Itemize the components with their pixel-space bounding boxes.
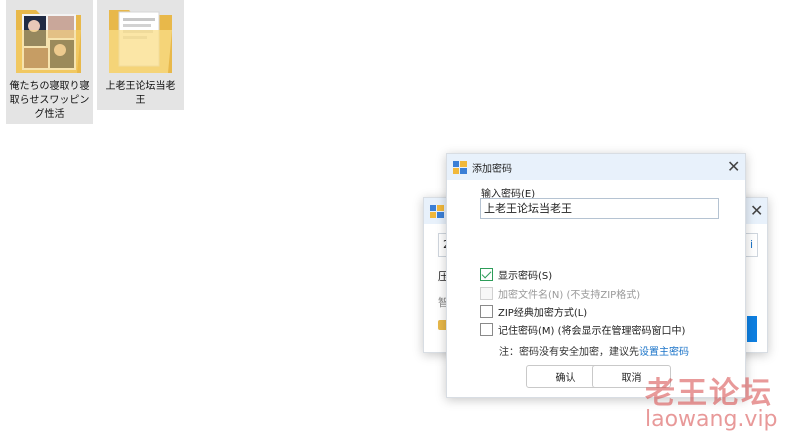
zip-classic-option[interactable]: ZIP经典加密方式(L) bbox=[480, 304, 587, 319]
remember-password-option[interactable]: 记住密码(M) (将会显示在管理密码窗口中) bbox=[480, 322, 685, 337]
security-note: 注：密码没有安全加密，建议先设置主密码 bbox=[499, 343, 689, 358]
file-item[interactable]: 俺たちの寝取り寝取らせスワッピング性活 bbox=[6, 0, 93, 124]
folder-with-documents-icon bbox=[109, 10, 172, 73]
close-icon[interactable]: ✕ bbox=[727, 159, 740, 175]
browse-link[interactable]: i bbox=[750, 238, 753, 251]
desktop: 俺たちの寝取り寝取らせスワッピング性活 上老王论坛当老王 ✕ 2 i bbox=[0, 0, 800, 444]
option-label: 记住密码(M) (将会显示在管理密码窗口中) bbox=[498, 326, 686, 337]
start-compress-button[interactable] bbox=[747, 316, 757, 342]
option-label: 显示密码(S) bbox=[498, 271, 553, 282]
close-icon[interactable]: ✕ bbox=[750, 203, 763, 219]
show-password-option[interactable]: 显示密码(S) bbox=[480, 267, 552, 282]
file-name: 俺たちの寝取り寝取らせスワッピング性活 bbox=[9, 81, 90, 120]
dialog-titlebar: 添加密码 bbox=[447, 154, 745, 180]
folder-with-preview-icon bbox=[16, 10, 81, 73]
archive-app-icon bbox=[430, 204, 444, 218]
file-item[interactable]: 上老王论坛当老王 bbox=[97, 0, 184, 110]
encrypt-filenames-option: 加密文件名(N) (不支持ZIP格式) bbox=[480, 286, 640, 301]
file-name: 上老王论坛当老王 bbox=[105, 81, 176, 106]
set-master-password-link[interactable]: 设置主密码 bbox=[639, 347, 689, 358]
show-password-checkbox[interactable] bbox=[480, 268, 493, 281]
watermark-url: laowang.vip bbox=[645, 407, 778, 432]
zip-classic-checkbox[interactable] bbox=[480, 305, 493, 318]
watermark-title: 老王论坛 bbox=[645, 376, 773, 411]
archive-app-icon bbox=[453, 160, 467, 174]
password-input[interactable]: 上老王论坛当老王 bbox=[480, 198, 719, 219]
option-label: ZIP经典加密方式(L) bbox=[498, 308, 588, 319]
remember-password-checkbox[interactable] bbox=[480, 323, 493, 336]
note-text: 注：密码没有安全加密，建议先 bbox=[499, 347, 639, 358]
encrypt-filenames-checkbox bbox=[480, 287, 493, 300]
option-label: 加密文件名(N) (不支持ZIP格式) bbox=[498, 290, 641, 301]
add-password-dialog: 添加密码 ✕ 输入密码(E) 上老王论坛当老王 显示密码(S) 加密文件名(N)… bbox=[446, 153, 746, 398]
dialog-title: 添加密码 bbox=[472, 163, 512, 175]
